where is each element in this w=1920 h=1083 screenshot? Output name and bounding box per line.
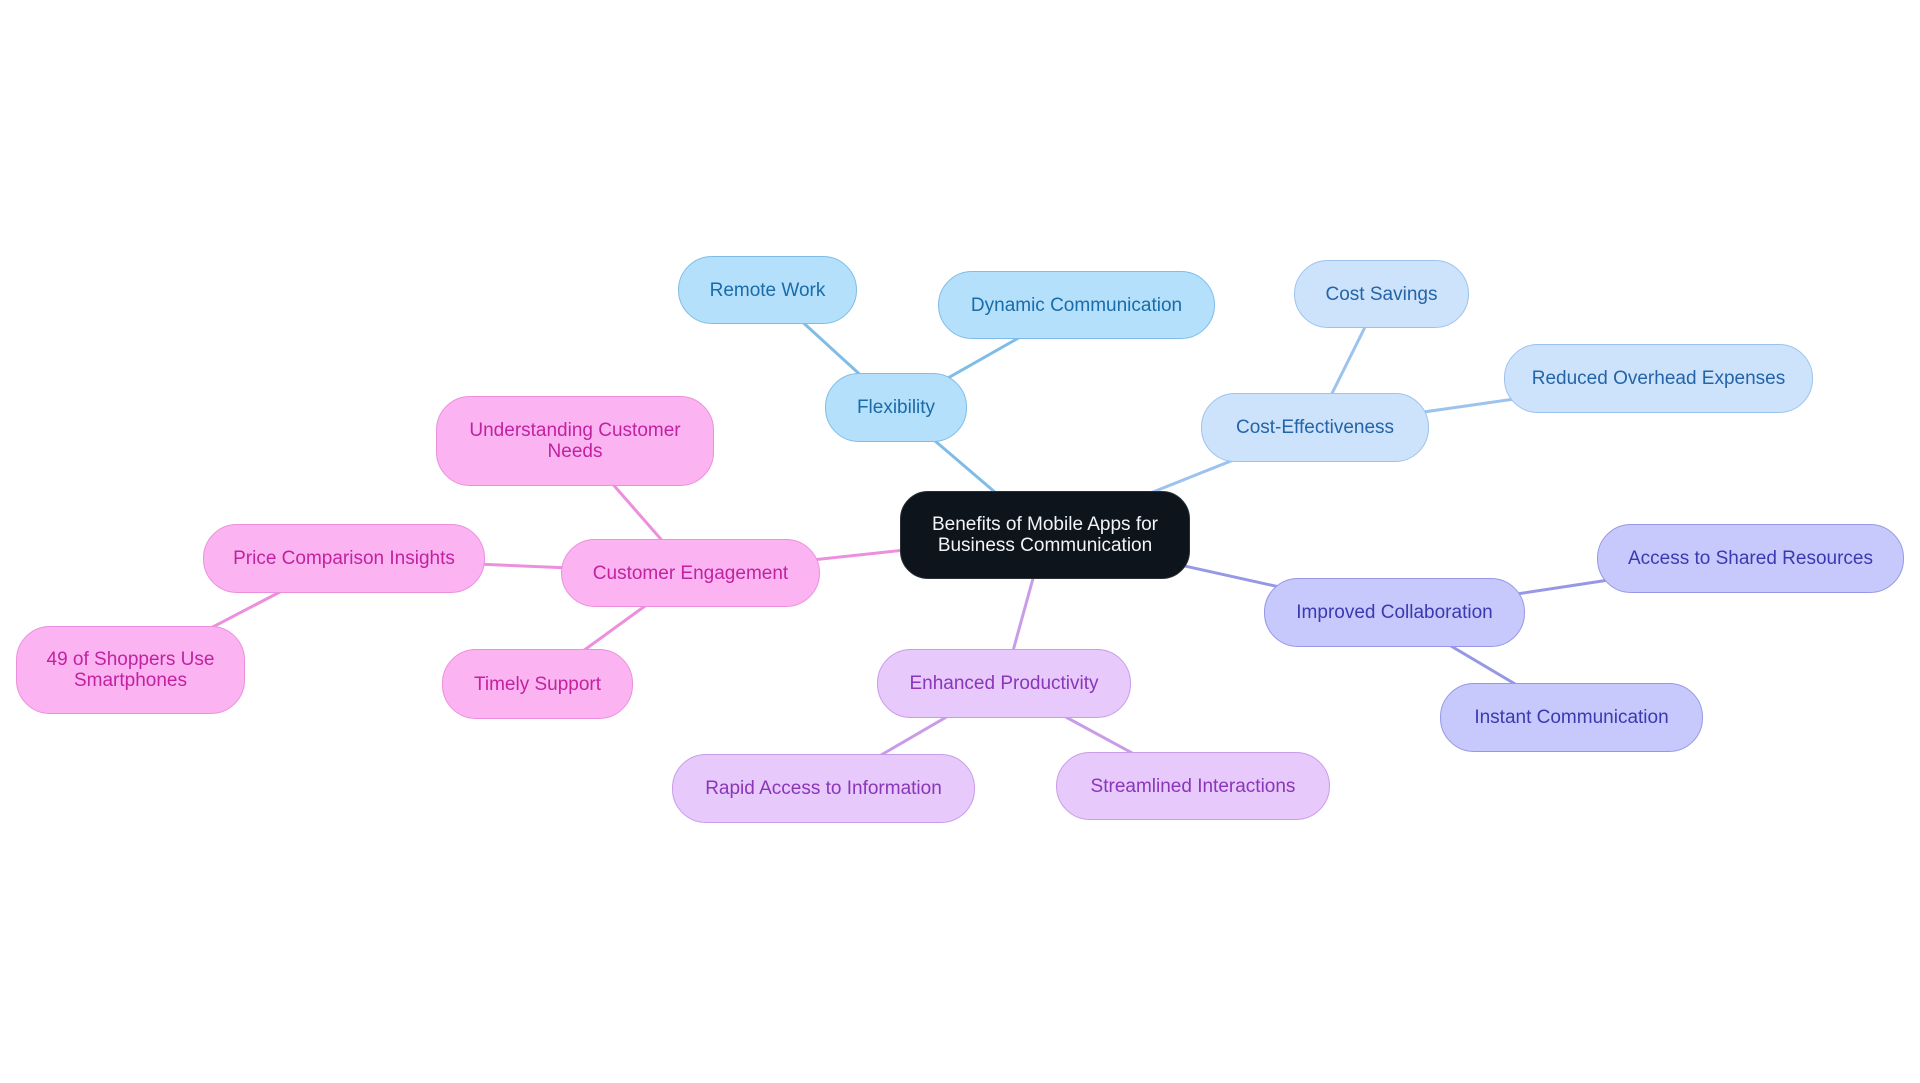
node-label: Cost Savings [1325,283,1438,305]
node-label: Instant Communication [1474,707,1669,728]
node-label: 49 of Shoppers Use Smartphones [46,649,215,691]
leaf-node-streamlined-interactions[interactable]: Streamlined Interactions [1056,752,1330,820]
root-node[interactable]: Benefits of Mobile Apps for Business Com… [900,491,1190,579]
branch-node-price-comparison[interactable]: Price Comparison Insights [203,524,485,593]
branch-node-customer-engagement[interactable]: Customer Engagement [561,539,820,607]
leaf-node-cost-savings[interactable]: Cost Savings [1294,260,1469,328]
node-label: Flexibility [856,397,936,418]
node-label: Understanding Customer Needs [469,420,681,462]
node-label: Streamlined Interactions [1090,775,1296,797]
branch-node-enhanced-productivity[interactable]: Enhanced Productivity [877,649,1131,718]
node-label: Price Comparison Insights [233,548,455,569]
leaf-node-rapid-access[interactable]: Rapid Access to Information [672,754,975,823]
branch-node-flexibility[interactable]: Flexibility [825,373,967,442]
leaf-node-shoppers-smartphones[interactable]: 49 of Shoppers Use Smartphones [16,626,245,714]
node-label: Customer Engagement [592,562,789,584]
node-label: Access to Shared Resources [1627,548,1873,569]
node-label: Timely Support [473,673,602,695]
leaf-node-understanding-needs[interactable]: Understanding Customer Needs [436,396,714,486]
leaf-node-access-shared-resources[interactable]: Access to Shared Resources [1597,524,1904,593]
node-label: Cost-Effectiveness [1235,417,1395,438]
leaf-node-remote-work[interactable]: Remote Work [678,256,857,324]
branch-node-improved-collaboration[interactable]: Improved Collaboration [1264,578,1525,647]
leaf-node-reduced-overhead[interactable]: Reduced Overhead Expenses [1504,344,1813,413]
node-label: Enhanced Productivity [909,673,1099,694]
leaf-node-instant-communication[interactable]: Instant Communication [1440,683,1703,752]
leaf-node-dynamic-communication[interactable]: Dynamic Communication [938,271,1215,339]
node-label: Dynamic Communication [970,294,1183,316]
node-label: Remote Work [709,279,826,301]
branch-node-cost-effectiveness[interactable]: Cost-Effectiveness [1201,393,1429,462]
leaf-node-timely-support[interactable]: Timely Support [442,649,633,719]
node-label: Reduced Overhead Expenses [1531,368,1786,389]
node-label: Improved Collaboration [1296,602,1493,623]
node-label: Rapid Access to Information [705,778,942,799]
root-node-label: Benefits of Mobile Apps for Business Com… [931,514,1158,556]
